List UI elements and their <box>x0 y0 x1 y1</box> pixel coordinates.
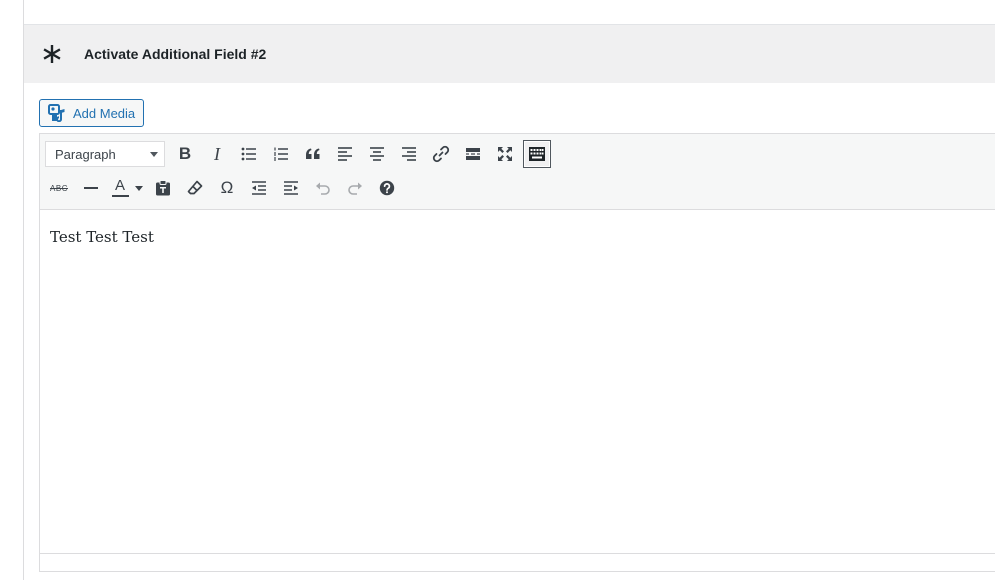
format-select[interactable]: Paragraph <box>45 141 165 167</box>
keyboard-shortcuts-button[interactable] <box>373 174 401 202</box>
asterisk-icon <box>38 40 66 68</box>
strikethrough-icon: ABC <box>50 183 68 193</box>
eraser-icon <box>187 180 203 195</box>
bulleted-list-button[interactable] <box>235 140 263 168</box>
redo-icon <box>348 182 362 195</box>
editor-paragraph: Test Test Test <box>50 228 154 246</box>
toolbar-row-2: ABC A Ω <box>45 174 405 202</box>
horizontal-line-icon <box>84 187 98 189</box>
align-center-button[interactable] <box>363 140 391 168</box>
paste-text-button[interactable] <box>149 174 177 202</box>
blockquote-button[interactable] <box>299 140 327 168</box>
undo-button[interactable] <box>309 174 337 202</box>
undo-icon <box>316 182 330 195</box>
format-select-value: Paragraph <box>55 146 116 162</box>
text-color-swatch <box>111 195 129 197</box>
italic-icon: I <box>214 143 220 164</box>
keyboard-icon <box>529 147 545 161</box>
quote-icon <box>306 148 320 159</box>
toolbar-toggle-button[interactable] <box>523 140 551 168</box>
section-title: Activate Additional Field #2 <box>84 46 267 62</box>
top-strip <box>24 0 995 25</box>
media-icon <box>48 104 66 122</box>
clipboard-icon <box>156 180 170 196</box>
numbered-list-button[interactable] <box>267 140 295 168</box>
outdent-icon <box>252 181 266 195</box>
read-more-button[interactable] <box>459 140 487 168</box>
section-header[interactable]: Activate Additional Field #2 <box>24 25 995 83</box>
editor-status-bar <box>40 553 995 571</box>
help-icon <box>379 180 395 196</box>
horizontal-line-button[interactable] <box>77 174 105 202</box>
editor-content[interactable]: Test Test Test <box>40 210 995 554</box>
special-character-button[interactable]: Ω <box>213 174 241 202</box>
read-more-icon <box>466 148 480 160</box>
chevron-down-icon <box>134 185 143 191</box>
fullscreen-icon <box>498 147 512 161</box>
chevron-down-icon <box>150 152 158 157</box>
left-divider <box>23 0 24 580</box>
bold-button[interactable]: B <box>171 140 199 168</box>
indent-icon <box>284 181 298 195</box>
numbered-list-icon <box>274 147 288 161</box>
align-right-icon <box>402 147 416 161</box>
add-media-button[interactable]: Add Media <box>39 99 145 127</box>
toolbar-row-1: Paragraph B I <box>45 140 555 168</box>
link-icon <box>432 145 450 163</box>
fullscreen-button[interactable] <box>491 140 519 168</box>
align-left-icon <box>338 147 352 161</box>
bold-icon: B <box>178 144 192 163</box>
text-color-button[interactable]: A <box>109 174 145 202</box>
text-color-glyph: A <box>114 177 125 194</box>
strikethrough-button[interactable]: ABC <box>45 174 73 202</box>
editor-toolbar: Paragraph B I ABC A Ω <box>40 134 995 210</box>
text-color-icon: A <box>111 177 129 197</box>
align-right-button[interactable] <box>395 140 423 168</box>
clear-formatting-button[interactable] <box>181 174 209 202</box>
italic-button[interactable]: I <box>203 140 231 168</box>
bulleted-list-icon <box>241 147 256 161</box>
indent-button[interactable] <box>277 174 305 202</box>
editor: Paragraph B I ABC A Ω Test Test Test <box>39 133 995 572</box>
insert-link-button[interactable] <box>427 140 455 168</box>
align-left-button[interactable] <box>331 140 359 168</box>
page: Activate Additional Field #2 Add Media P… <box>0 0 995 580</box>
align-center-icon <box>370 147 384 161</box>
add-media-label: Add Media <box>73 105 136 121</box>
omega-icon: Ω <box>220 178 234 197</box>
outdent-button[interactable] <box>245 174 273 202</box>
redo-button[interactable] <box>341 174 369 202</box>
